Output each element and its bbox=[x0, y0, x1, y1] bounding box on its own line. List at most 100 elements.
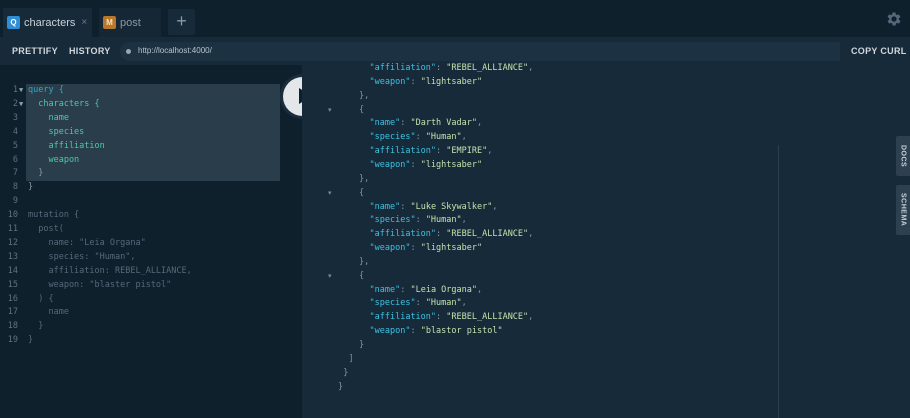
tab-post[interactable]: M post bbox=[99, 8, 161, 37]
fold-arrow-icon[interactable]: ▾ bbox=[328, 189, 332, 197]
json-punct: : bbox=[400, 118, 411, 129]
json-key: "species" bbox=[369, 298, 416, 309]
fold-arrow-icon[interactable]: ▾ bbox=[328, 106, 332, 114]
endpoint-url[interactable]: http://localhost:4000/ bbox=[138, 37, 212, 65]
result-line: "affiliation": "EMPIRE", bbox=[370, 144, 493, 158]
line-number: 15 bbox=[7, 279, 18, 290]
line-number: 14 bbox=[7, 265, 18, 276]
code-text: name bbox=[28, 112, 69, 123]
result-line: "weapon": "lightsaber" bbox=[370, 75, 483, 89]
json-punct: , bbox=[487, 146, 493, 157]
json-value: "Luke Skywalker" bbox=[410, 201, 493, 212]
json-value: "REBEL_ALLIANCE" bbox=[446, 63, 529, 73]
json-punct: : bbox=[415, 132, 426, 143]
line-number: 16 bbox=[7, 293, 18, 304]
fold-arrow-icon[interactable]: ▼ bbox=[19, 83, 23, 97]
add-tab-button[interactable]: + bbox=[168, 9, 195, 35]
json-punct: { bbox=[359, 104, 365, 115]
line-number: 6 bbox=[12, 154, 18, 165]
line-number: 18 bbox=[7, 321, 18, 332]
tab-characters[interactable]: Q characters × bbox=[3, 8, 92, 37]
line-number: 1 bbox=[12, 85, 18, 95]
json-punct: : bbox=[410, 76, 421, 87]
json-value: "Leia Organa" bbox=[410, 284, 477, 295]
json-value: "blastor pistol" bbox=[420, 326, 503, 337]
json-punct: : bbox=[415, 215, 426, 226]
result-line: "weapon": "lightsaber" bbox=[370, 241, 483, 255]
close-icon[interactable]: × bbox=[81, 17, 87, 28]
json-value: "Darth Vadar" bbox=[410, 118, 477, 129]
result-line: ] bbox=[349, 352, 354, 366]
result-line: "species": "Human", bbox=[370, 213, 467, 227]
code-text: } bbox=[28, 182, 34, 193]
code-text: post( bbox=[28, 224, 64, 234]
json-key: "affiliation" bbox=[369, 146, 437, 157]
code-text: weapon: "blaster pistol" bbox=[28, 279, 172, 290]
json-key: "affiliation" bbox=[369, 312, 437, 323]
status-dot-icon bbox=[126, 49, 131, 54]
result-line: }, bbox=[359, 172, 369, 186]
result-line: "name": "Luke Skywalker", bbox=[370, 200, 498, 214]
result-line: }, bbox=[359, 89, 369, 103]
query-icon: Q bbox=[7, 16, 20, 29]
copy-curl-button[interactable]: COPY CURL bbox=[851, 37, 907, 65]
json-punct: , bbox=[528, 229, 534, 240]
result-line: "weapon": "blastor pistol" bbox=[370, 324, 503, 338]
code-text: } bbox=[28, 321, 44, 332]
history-button[interactable]: HISTORY bbox=[69, 37, 111, 65]
result-divider bbox=[778, 145, 779, 418]
json-punct: }, bbox=[359, 256, 370, 267]
json-value: "REBEL_ALLIANCE" bbox=[446, 229, 529, 240]
code-text: affiliation bbox=[28, 140, 105, 151]
json-punct: , bbox=[461, 132, 467, 143]
docs-tab[interactable]: DOCS bbox=[896, 136, 910, 176]
json-punct: : bbox=[436, 229, 447, 240]
json-punct: { bbox=[359, 187, 365, 198]
line-number: 7 bbox=[12, 168, 18, 179]
fold-arrow-icon[interactable]: ▾ bbox=[328, 272, 332, 280]
json-key: "weapon" bbox=[369, 76, 411, 87]
json-punct: : bbox=[400, 284, 411, 295]
gear-icon[interactable] bbox=[885, 10, 903, 28]
result-line: "species": "Human", bbox=[370, 130, 467, 144]
result-line: } bbox=[338, 380, 343, 394]
schema-tab[interactable]: SCHEMA bbox=[896, 185, 910, 235]
result-line: { bbox=[359, 269, 364, 283]
json-punct: , bbox=[528, 63, 534, 73]
json-punct: } bbox=[338, 381, 344, 392]
json-key: "affiliation" bbox=[369, 229, 437, 240]
fold-arrow-icon[interactable]: ▼ bbox=[19, 97, 23, 111]
json-punct: : bbox=[400, 201, 411, 212]
code-text: affiliation: REBEL_ALLIANCE, bbox=[28, 265, 192, 276]
json-punct: : bbox=[436, 312, 447, 323]
line-number: 11 bbox=[7, 224, 18, 234]
tab-label: characters bbox=[24, 16, 76, 29]
json-punct: : bbox=[436, 146, 447, 157]
json-punct: } bbox=[343, 367, 349, 378]
tab-bar: Q characters × M post + bbox=[0, 0, 910, 37]
json-punct: } bbox=[359, 340, 365, 350]
json-punct: : bbox=[410, 159, 421, 170]
code-text: species: "Human", bbox=[28, 251, 136, 262]
json-punct: { bbox=[359, 270, 365, 281]
json-value: "lightsaber" bbox=[420, 243, 483, 254]
line-number: 12 bbox=[7, 237, 18, 248]
json-value: "Human" bbox=[425, 132, 462, 143]
prettify-button[interactable]: PRETTIFY bbox=[12, 37, 58, 65]
result-line: "affiliation": "REBEL_ALLIANCE", bbox=[370, 61, 534, 75]
result-line: { bbox=[359, 103, 364, 117]
result-line: "affiliation": "REBEL_ALLIANCE", bbox=[370, 227, 534, 241]
code-text: query { bbox=[28, 85, 64, 95]
json-punct: : bbox=[436, 63, 447, 73]
json-key: "species" bbox=[369, 215, 416, 226]
code-text: } bbox=[28, 168, 44, 179]
json-value: "lightsaber" bbox=[420, 76, 483, 87]
result-line: }, bbox=[359, 255, 369, 269]
code-text: } bbox=[28, 335, 34, 346]
line-number: 5 bbox=[12, 140, 18, 151]
url-field[interactable] bbox=[120, 42, 840, 61]
json-key: "species" bbox=[369, 132, 416, 143]
json-value: "EMPIRE" bbox=[446, 146, 488, 157]
json-punct: : bbox=[410, 243, 421, 254]
code-text: name bbox=[28, 307, 69, 318]
